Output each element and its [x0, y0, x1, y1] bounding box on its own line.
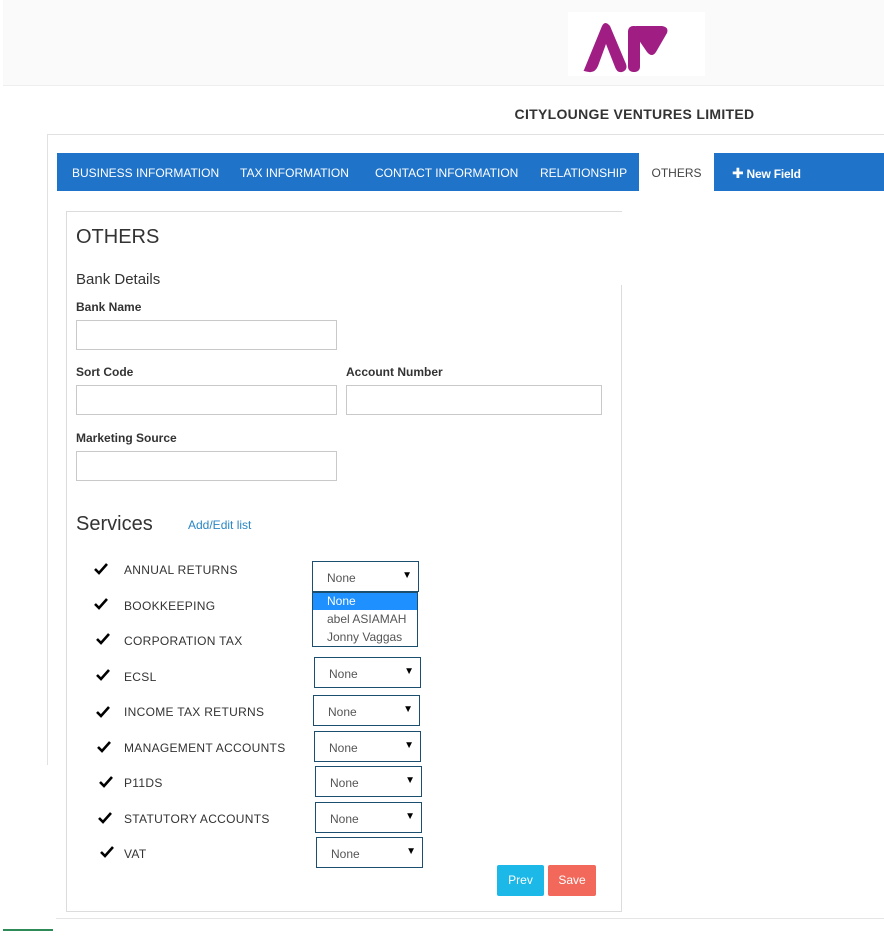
- p11ds-assignee-select[interactable]: None ▼: [315, 766, 422, 797]
- ecsl-checkbox[interactable]: [96, 668, 110, 682]
- caret-down-icon: ▼: [402, 570, 412, 581]
- prev-button[interactable]: Prev: [497, 865, 544, 896]
- marketing-source-label: Marketing Source: [76, 431, 177, 445]
- bank-name-label: Bank Name: [76, 300, 142, 314]
- assignee-dropdown-list: None abel ASIAMAH Jonny Vaggas: [312, 592, 418, 647]
- marketing-source-input[interactable]: [76, 451, 337, 481]
- sort-code-label: Sort Code: [76, 365, 134, 379]
- service-label-corporation-tax: CORPORATION TAX: [124, 634, 243, 648]
- management-accounts-assignee-select[interactable]: None ▼: [314, 731, 421, 762]
- select-value: None: [328, 705, 357, 719]
- check-icon: [98, 812, 112, 824]
- service-label-ecsl: ECSL: [124, 670, 157, 684]
- statutory-accounts-checkbox[interactable]: [98, 811, 112, 825]
- check-icon: [94, 598, 108, 610]
- sort-code-input[interactable]: [76, 385, 337, 415]
- service-label-management-accounts: MANAGEMENT ACCOUNTS: [124, 741, 286, 755]
- section-title: OTHERS: [76, 226, 160, 248]
- caret-down-icon: ▼: [406, 846, 416, 857]
- add-edit-list-link[interactable]: Add/Edit list: [188, 518, 251, 532]
- tab-others[interactable]: OTHERS: [639, 153, 714, 191]
- plus-icon: ✚: [732, 165, 744, 181]
- statutory-accounts-assignee-select[interactable]: None ▼: [315, 802, 422, 833]
- check-icon: [96, 633, 110, 645]
- select-value: None: [329, 667, 358, 681]
- management-accounts-checkbox[interactable]: [97, 740, 111, 754]
- company-name: CITYLOUNGE VENTURES LIMITED: [514, 106, 755, 122]
- caret-down-icon: ▼: [403, 704, 413, 715]
- new-field-label: New Field: [746, 167, 801, 181]
- account-number-input[interactable]: [346, 385, 602, 415]
- corporation-tax-checkbox[interactable]: [96, 632, 110, 646]
- check-icon: [100, 846, 114, 858]
- tab-tax-information[interactable]: TAX INFORMATION: [240, 153, 349, 191]
- top-header: [3, 0, 884, 86]
- check-icon: [97, 741, 111, 753]
- service-label-annual-returns: ANNUAL RETURNS: [124, 563, 238, 577]
- income-tax-returns-checkbox[interactable]: [96, 705, 110, 719]
- service-label-bookkeeping: BOOKKEEPING: [124, 599, 216, 613]
- company-logo: [568, 12, 705, 76]
- bank-details-heading: Bank Details: [76, 271, 161, 288]
- select-value: None: [330, 812, 359, 826]
- tab-bar: BUSINESS INFORMATION TAX INFORMATION CON…: [57, 153, 884, 191]
- card-edge: [606, 212, 622, 285]
- account-number-label: Account Number: [346, 365, 443, 379]
- vat-assignee-select[interactable]: None ▼: [316, 837, 423, 868]
- vat-checkbox[interactable]: [100, 845, 114, 859]
- dropdown-option-abel-asiamah[interactable]: abel ASIAMAH: [313, 611, 417, 628]
- check-icon: [99, 776, 113, 788]
- dropdown-option-jonny-vaggas[interactable]: Jonny Vaggas: [313, 629, 417, 646]
- ecsl-assignee-select[interactable]: None ▼: [314, 657, 421, 688]
- caret-down-icon: ▼: [405, 811, 415, 822]
- logo-icon: [583, 23, 668, 73]
- tab-relationship[interactable]: RELATIONSHIP: [540, 153, 627, 191]
- select-value: None: [329, 741, 358, 755]
- bottom-accent: [3, 929, 53, 931]
- check-icon: [96, 669, 110, 681]
- new-field-button[interactable]: ✚ New Field: [732, 153, 801, 191]
- dropdown-option-none[interactable]: None: [313, 593, 417, 610]
- save-button[interactable]: Save: [548, 865, 596, 896]
- annual-returns-checkbox[interactable]: [94, 562, 108, 576]
- service-label-statutory-accounts: STATUTORY ACCOUNTS: [124, 812, 270, 826]
- select-value: None: [327, 571, 356, 585]
- service-label-p11ds: P11DS: [124, 776, 163, 790]
- tab-business-information[interactable]: BUSINESS INFORMATION: [72, 153, 219, 191]
- p11ds-checkbox[interactable]: [99, 775, 113, 789]
- check-icon: [96, 706, 110, 718]
- select-value: None: [330, 776, 359, 790]
- bookkeeping-checkbox[interactable]: [94, 597, 108, 611]
- tab-contact-information[interactable]: CONTACT INFORMATION: [375, 153, 518, 191]
- annual-returns-assignee-select[interactable]: None ▼: [312, 561, 419, 592]
- select-value: None: [331, 847, 360, 861]
- caret-down-icon: ▼: [404, 740, 414, 751]
- service-label-income-tax-returns: INCOME TAX RETURNS: [124, 705, 265, 719]
- check-icon: [94, 563, 108, 575]
- service-label-vat: VAT: [124, 847, 147, 861]
- bank-name-input[interactable]: [76, 320, 337, 350]
- caret-down-icon: ▼: [404, 666, 414, 677]
- income-tax-returns-assignee-select[interactable]: None ▼: [313, 695, 420, 726]
- caret-down-icon: ▼: [405, 775, 415, 786]
- services-heading: Services: [76, 513, 153, 535]
